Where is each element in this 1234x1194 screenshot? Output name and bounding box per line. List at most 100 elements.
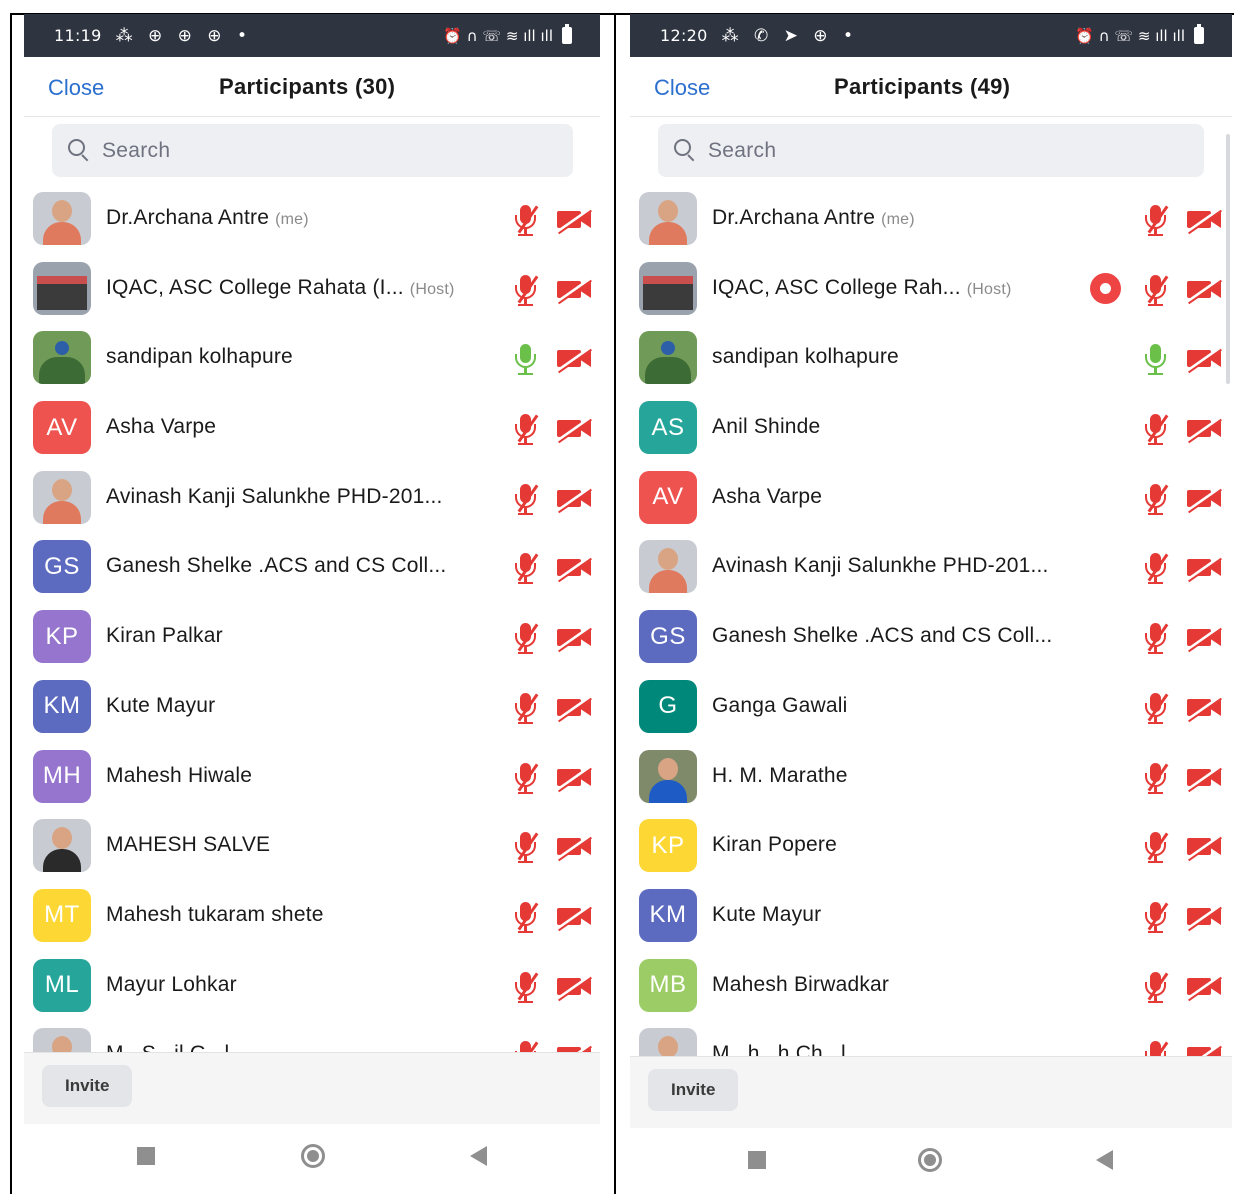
- video-off-icon[interactable]: [557, 555, 593, 583]
- participant-row[interactable]: IQAC, ASC College Rah... (Host): [630, 254, 1232, 324]
- mic-on-icon[interactable]: [1140, 342, 1170, 376]
- mic-muted-icon[interactable]: [1140, 621, 1170, 655]
- video-off-icon[interactable]: [557, 206, 593, 235]
- participant-name-text: Ganesh Shelke .ACS and CS Coll...: [106, 554, 447, 578]
- mic-muted-icon[interactable]: [1140, 551, 1170, 585]
- avatar-initials: G: [639, 679, 697, 733]
- video-off-icon[interactable]: [1187, 833, 1223, 862]
- participant-list[interactable]: Dr.Archana Antre (me) IQAC, ASC College Ra…: [630, 184, 1232, 1057]
- participant-row[interactable]: M...h...h Ch...l: [630, 1020, 1232, 1057]
- mic-muted-icon[interactable]: [1140, 900, 1170, 934]
- participant-row[interactable]: MB Mahesh Birwadkar: [630, 951, 1232, 1021]
- video-off-icon[interactable]: [557, 973, 593, 1001]
- participant-row[interactable]: AV Asha Varpe: [24, 393, 600, 463]
- recents-icon[interactable]: [748, 1151, 766, 1169]
- video-off-icon[interactable]: [557, 485, 593, 514]
- mic-muted-icon[interactable]: [1140, 273, 1170, 307]
- participant-row[interactable]: MH Mahesh Hiwale: [24, 742, 600, 812]
- video-off-icon[interactable]: [1187, 206, 1223, 235]
- participant-row[interactable]: MT Mahesh tukaram shete: [24, 881, 600, 951]
- invite-button[interactable]: Invite: [648, 1069, 739, 1111]
- video-off-icon[interactable]: [1187, 415, 1223, 444]
- mic-muted-icon[interactable]: [510, 970, 540, 1004]
- participant-name: sandipan kolhapure: [712, 345, 899, 369]
- participant-row[interactable]: KM Kute Mayur: [24, 672, 600, 742]
- video-off-icon[interactable]: [1187, 903, 1223, 932]
- mic-muted-icon[interactable]: [1140, 761, 1170, 795]
- video-off-icon[interactable]: [1187, 276, 1223, 304]
- mic-muted-icon[interactable]: [1140, 970, 1170, 1004]
- participant-row[interactable]: M...S...il G...l: [24, 1020, 600, 1053]
- video-off-icon[interactable]: [557, 624, 593, 653]
- close-button[interactable]: Close: [654, 75, 710, 101]
- participant-row[interactable]: IQAC, ASC College Rahata (I... (Host): [24, 254, 600, 324]
- participant-row[interactable]: KP Kiran Palkar: [24, 602, 600, 672]
- avatar-photo: [639, 1028, 697, 1057]
- avatar-photo: [33, 261, 91, 315]
- participant-row[interactable]: GS Ganesh Shelke .ACS and CS Coll...: [630, 602, 1232, 672]
- back-icon[interactable]: [470, 1146, 487, 1166]
- video-off-icon[interactable]: [1187, 624, 1223, 653]
- video-off-icon[interactable]: [557, 276, 593, 304]
- video-off-icon[interactable]: [1187, 555, 1223, 583]
- avatar-initials: MB: [639, 958, 697, 1012]
- participant-row[interactable]: Dr.Archana Antre (me): [24, 184, 600, 254]
- recents-icon[interactable]: [137, 1147, 155, 1165]
- participant-row[interactable]: ML Mayur Lohkar: [24, 951, 600, 1021]
- mic-muted-icon[interactable]: [510, 621, 540, 655]
- invite-button[interactable]: Invite: [42, 1065, 133, 1107]
- mic-on-icon[interactable]: [510, 342, 540, 376]
- mic-muted-icon[interactable]: [510, 412, 540, 446]
- mic-muted-icon[interactable]: [510, 203, 540, 237]
- video-off-icon[interactable]: [557, 415, 593, 444]
- mic-muted-icon[interactable]: [1140, 412, 1170, 446]
- participant-row[interactable]: GS Ganesh Shelke .ACS and CS Coll...: [24, 532, 600, 602]
- mic-muted-icon[interactable]: [1140, 482, 1170, 516]
- mic-muted-icon[interactable]: [510, 830, 540, 864]
- participant-row[interactable]: G Ganga Gawali: [630, 672, 1232, 742]
- mic-muted-icon[interactable]: [510, 691, 540, 725]
- mic-muted-icon[interactable]: [510, 1039, 540, 1053]
- participant-row[interactable]: KM Kute Mayur: [630, 881, 1232, 951]
- mic-muted-icon[interactable]: [1140, 830, 1170, 864]
- video-off-icon[interactable]: [557, 764, 593, 792]
- video-off-icon[interactable]: [1187, 1043, 1223, 1057]
- mic-muted-icon[interactable]: [510, 761, 540, 795]
- participant-row[interactable]: AV Asha Varpe: [630, 463, 1232, 533]
- scrollbar-thumb[interactable]: [1226, 134, 1230, 384]
- video-off-icon[interactable]: [1187, 764, 1223, 792]
- participant-name: Kiran Popere: [712, 833, 837, 857]
- back-icon[interactable]: [1096, 1150, 1113, 1170]
- participant-row[interactable]: H. M. Marathe: [630, 742, 1232, 812]
- close-button[interactable]: Close: [48, 75, 104, 101]
- participant-list[interactable]: Dr.Archana Antre (me) IQAC, ASC College Ra…: [24, 184, 600, 1053]
- participant-row[interactable]: sandipan kolhapure: [630, 323, 1232, 393]
- participant-row[interactable]: MAHESH SALVE: [24, 811, 600, 881]
- mic-muted-icon[interactable]: [510, 273, 540, 307]
- participant-row[interactable]: AS Anil Shinde: [630, 393, 1232, 463]
- mic-base: [1148, 582, 1163, 585]
- search-input[interactable]: Search: [658, 124, 1204, 177]
- video-off-icon[interactable]: [1187, 485, 1223, 514]
- participant-row[interactable]: KP Kiran Popere: [630, 811, 1232, 881]
- participant-row[interactable]: Avinash Kanji Salunkhe PHD-201...: [630, 532, 1232, 602]
- video-off-icon[interactable]: [557, 694, 593, 723]
- video-off-icon[interactable]: [1187, 346, 1223, 374]
- participant-row[interactable]: sandipan kolhapure: [24, 323, 600, 393]
- video-off-icon[interactable]: [557, 833, 593, 862]
- home-icon[interactable]: [301, 1144, 325, 1168]
- video-off-icon[interactable]: [557, 903, 593, 932]
- mic-muted-icon[interactable]: [510, 900, 540, 934]
- home-icon[interactable]: [918, 1148, 942, 1172]
- participant-row[interactable]: Avinash Kanji Salunkhe PHD-201...: [24, 463, 600, 533]
- mic-muted-icon[interactable]: [1140, 1039, 1170, 1057]
- video-off-icon[interactable]: [1187, 694, 1223, 723]
- participant-row[interactable]: Dr.Archana Antre (me): [630, 184, 1232, 254]
- search-input[interactable]: Search: [52, 124, 573, 177]
- mic-muted-icon[interactable]: [1140, 691, 1170, 725]
- mic-muted-icon[interactable]: [510, 551, 540, 585]
- video-off-icon[interactable]: [1187, 973, 1223, 1001]
- mic-muted-icon[interactable]: [510, 482, 540, 516]
- video-off-icon[interactable]: [557, 346, 593, 374]
- mic-muted-icon[interactable]: [1140, 203, 1170, 237]
